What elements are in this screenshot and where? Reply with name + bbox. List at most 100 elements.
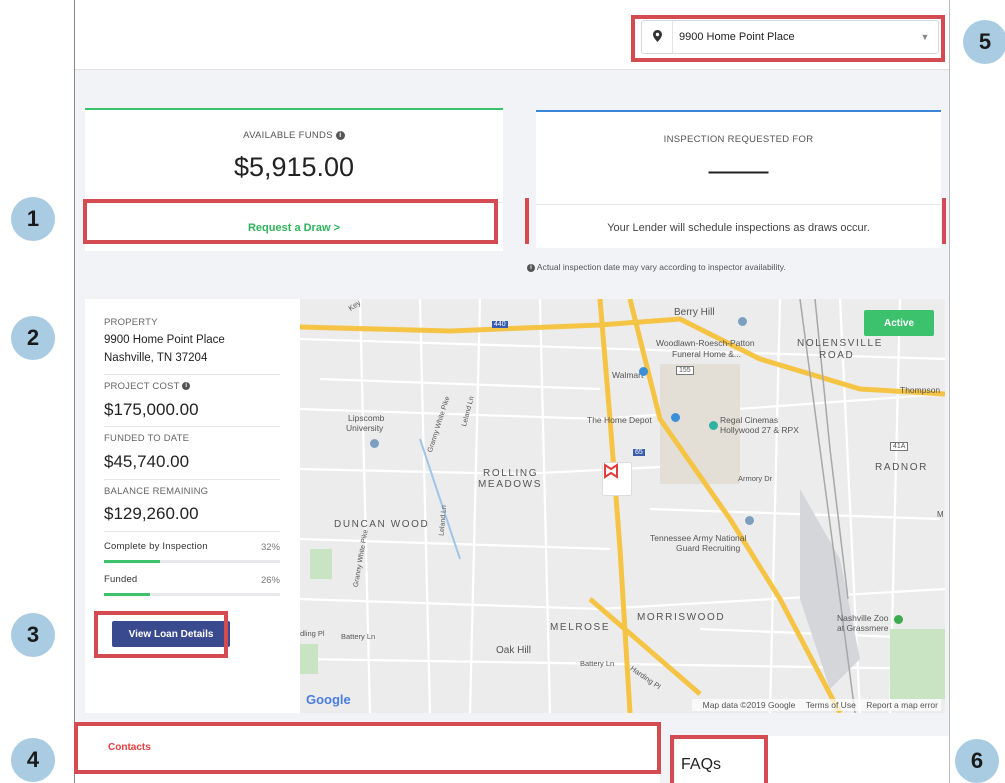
divider — [104, 531, 280, 532]
contacts-section: Contacts — [75, 722, 660, 783]
map-label: at Grassmere — [837, 623, 889, 633]
location-pin-icon — [642, 29, 672, 45]
map-label: Woodlawn-Roesch-Patton — [656, 338, 755, 348]
map-label: Tennessee Army National — [650, 533, 747, 543]
map-label: M — [937, 510, 944, 519]
callout-3: 3 — [11, 613, 55, 657]
loan-status-badge: Active — [864, 310, 934, 336]
map-area-label: MORRISWOOD — [637, 612, 726, 623]
divider — [104, 479, 280, 480]
report-map-error-link[interactable]: Report a map error — [866, 700, 938, 710]
map-label: Funeral Home &... — [672, 349, 741, 359]
poi-pin-icon[interactable] — [738, 317, 747, 326]
inspection-progress-percent: 32% — [260, 542, 280, 553]
available-funds-label: AVAILABLE FUNDS i — [85, 130, 503, 141]
poi-pin-icon[interactable] — [894, 615, 903, 624]
highway-shield-icon: 440 — [492, 321, 508, 328]
poi-pin-icon[interactable] — [639, 367, 648, 376]
inspection-progress-label: Complete by Inspection — [104, 541, 208, 552]
poi-pin-icon[interactable] — [709, 421, 718, 430]
property-map[interactable]: Active Berry Hill NOLENSVILLE ROAD Woodl… — [300, 299, 945, 713]
map-label: Battery Ln — [580, 659, 615, 668]
inspection-message: Your Lender will schedule inspections as… — [607, 222, 870, 234]
available-funds-label-text: AVAILABLE FUNDS — [243, 130, 333, 141]
inspection-date-value: —— — [708, 154, 769, 187]
poi-pin-icon[interactable] — [370, 439, 379, 448]
property-address-line2: Nashville, TN 37204 — [104, 352, 208, 364]
property-label: PROPERTY — [104, 317, 158, 328]
map-label: The Home Depot — [587, 415, 652, 425]
callout-5: 5 — [963, 20, 1005, 64]
map-roads — [300, 299, 945, 713]
property-address-value: 9900 Home Point Place — [672, 21, 912, 53]
map-area-label: MEADOWS — [478, 479, 542, 490]
request-draw-link[interactable]: Request a Draw > — [85, 222, 503, 234]
callout-4: 4 — [11, 738, 55, 782]
view-loan-details-button[interactable]: View Loan Details — [112, 621, 230, 647]
callout-1: 1 — [11, 197, 55, 241]
info-icon[interactable]: i — [182, 382, 191, 391]
project-cost-value: $175,000.00 — [104, 400, 199, 419]
funded-progress-fill — [104, 593, 150, 596]
terms-of-use-link[interactable]: Terms of Use — [806, 700, 856, 710]
map-label: Nashville Zoo — [837, 613, 889, 623]
funded-progress-percent: 26% — [260, 575, 280, 586]
poi-pin-icon[interactable] — [745, 516, 754, 525]
contacts-tab[interactable]: Contacts — [108, 742, 151, 753]
balance-remaining-label: BALANCE REMAINING — [104, 486, 209, 497]
callout-2: 2 — [11, 316, 55, 360]
map-area-label: RADNOR — [875, 462, 928, 473]
inspection-progress-fill — [104, 560, 161, 563]
highway-shield-icon: 41A — [890, 442, 909, 451]
map-label: Thompson — [900, 385, 941, 395]
map-label: Hollywood 27 & RPX — [720, 425, 799, 435]
map-area-label: ROAD — [819, 350, 855, 361]
divider — [85, 202, 503, 203]
top-bar: 9900 Home Point Place ▼ — [75, 0, 949, 70]
map-label: University — [346, 423, 384, 433]
map-area-label: NOLENSVILLE — [797, 338, 883, 349]
map-area-label: MELROSE — [550, 622, 611, 633]
available-funds-amount: $5,915.00 — [233, 152, 355, 182]
divider — [104, 426, 280, 427]
inspection-card: INSPECTION REQUESTED FOR —— Your Lender … — [536, 110, 941, 248]
funded-progress-bar — [104, 593, 280, 596]
map-label: dling Pl — [300, 629, 325, 638]
google-logo: Google — [306, 692, 351, 707]
map-label: Oak Hill — [496, 645, 532, 656]
faq-section: FAQs — [675, 736, 949, 783]
funded-to-date-label: FUNDED TO DATE — [104, 433, 190, 444]
map-label: Lipscomb — [348, 413, 385, 423]
property-summary-panel: PROPERTY 9900 Home Point Place Nashville… — [85, 299, 300, 713]
highway-shield-icon: 155 — [676, 366, 694, 375]
property-address-select[interactable]: 9900 Home Point Place ▼ — [641, 20, 939, 54]
map-label: Battery Ln — [341, 632, 376, 641]
property-address-line1: 9900 Home Point Place — [104, 334, 225, 346]
available-funds-card: AVAILABLE FUNDS i $5,915.00 Request a Dr… — [85, 108, 503, 251]
inspection-note: i Actual inspection date may vary accord… — [527, 262, 786, 272]
map-data-text: Map data ©2019 Google — [702, 700, 796, 710]
balance-remaining-value: $129,260.00 — [104, 504, 199, 523]
project-cost-label: PROJECT COST i — [104, 381, 191, 392]
project-cost-label-text: PROJECT COST — [104, 381, 180, 392]
map-label: Berry Hill — [674, 307, 715, 318]
funded-to-date-value: $45,740.00 — [104, 452, 190, 471]
map-label: Armory Dr — [738, 474, 773, 483]
info-icon[interactable]: i — [335, 130, 345, 140]
property-marker-icon[interactable] — [602, 462, 632, 496]
inspection-label: INSPECTION REQUESTED FOR — [663, 134, 814, 145]
faq-heading[interactable]: FAQs — [681, 756, 721, 774]
map-label: Regal Cinemas — [720, 415, 779, 425]
map-label: Guard Recruiting — [676, 543, 741, 553]
map-area-label: ROLLING — [483, 468, 539, 479]
info-icon: i — [527, 263, 535, 272]
highway-shield-icon: 65 — [633, 449, 645, 456]
divider — [536, 204, 941, 205]
funded-progress-label: Funded — [104, 574, 138, 585]
inspection-progress-bar — [104, 560, 280, 563]
poi-pin-icon[interactable] — [671, 413, 680, 422]
chevron-down-icon: ▼ — [920, 32, 930, 42]
divider — [104, 374, 280, 375]
map-area-label: DUNCAN WOOD — [334, 519, 430, 530]
inspection-note-text: Actual inspection date may vary accordin… — [536, 262, 786, 272]
